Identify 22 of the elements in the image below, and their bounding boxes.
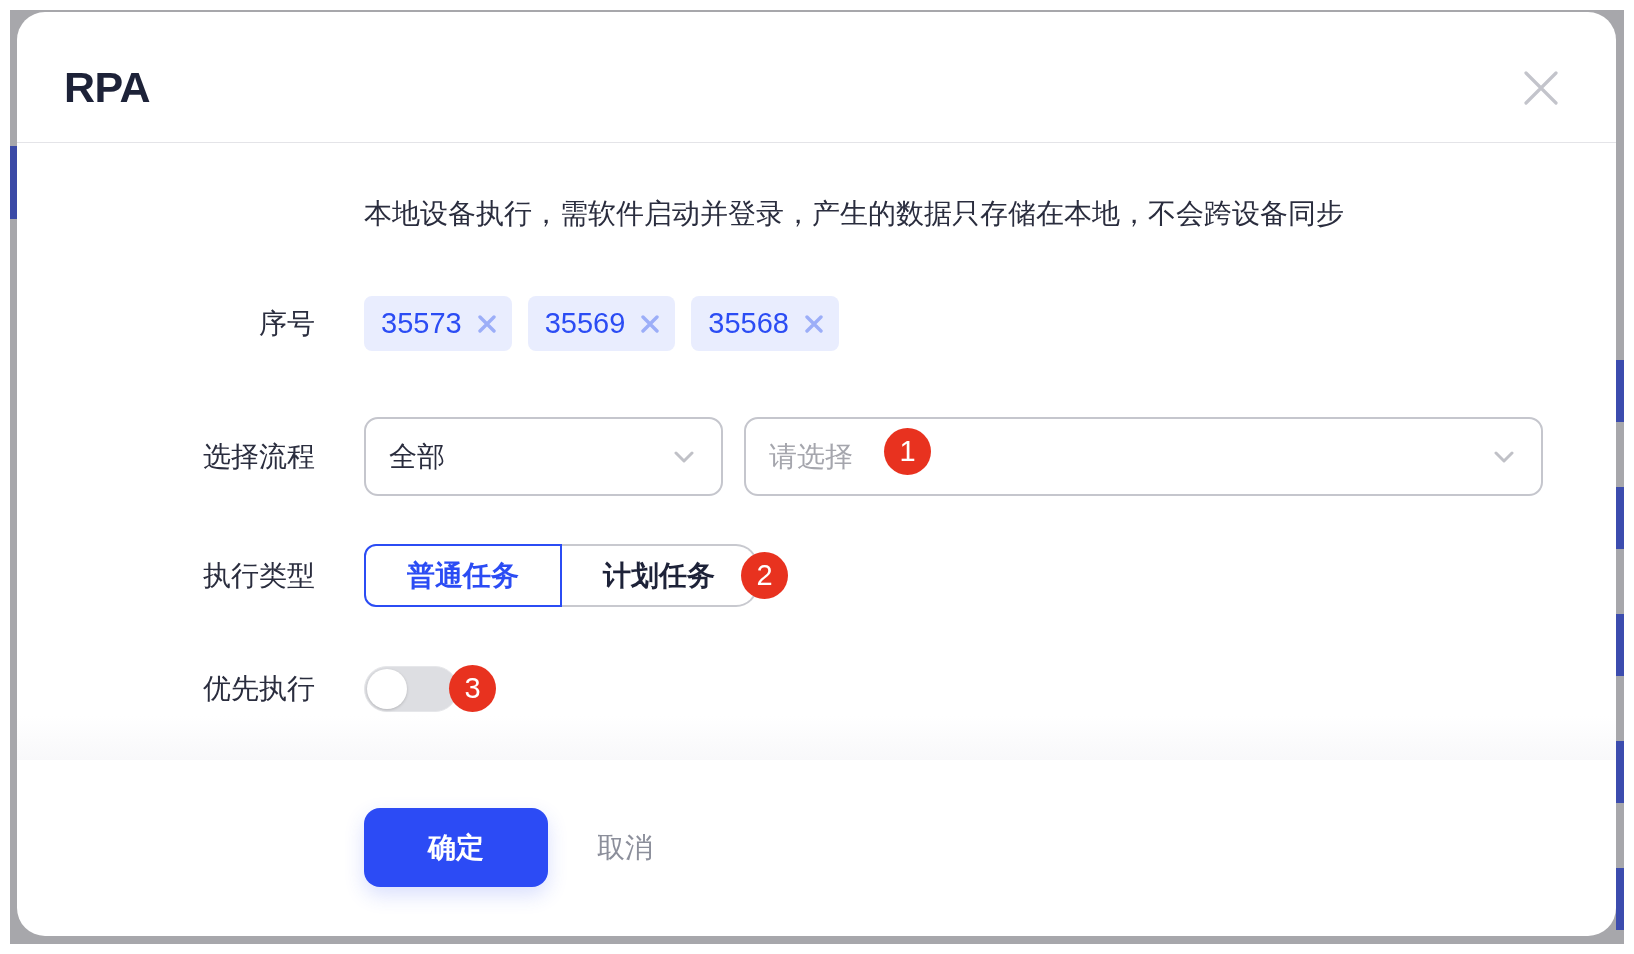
field-label: 执行类型 [203, 558, 315, 593]
field-label: 优先执行 [203, 671, 315, 706]
tag-text: 35573 [381, 307, 462, 340]
number-badge: 2 [741, 552, 788, 599]
close-icon [1524, 71, 1558, 105]
chevron-down-icon [1494, 450, 1514, 463]
segment-tab[interactable]: 普通任务 [364, 544, 562, 607]
cancel-button[interactable]: 取消 [597, 808, 653, 887]
tag-text: 35569 [544, 307, 626, 340]
field-label: 选择流程 [203, 439, 315, 474]
number-badge: 3 [449, 665, 496, 712]
field-label: 序号 [259, 306, 315, 341]
dialog-title: RPA [64, 62, 151, 112]
info-text: 本地设备执行，需软件启动并登录，产生的数据只存储在本地，不会跨设备同步 [364, 197, 1344, 231]
close-button[interactable] [1524, 71, 1558, 105]
remove-icon[interactable] [641, 314, 660, 333]
tag-text: 35568 [708, 307, 789, 340]
remove-icon[interactable] [477, 314, 496, 333]
chevron-down-icon [674, 450, 694, 463]
confirm-button[interactable]: 确定 [364, 808, 548, 887]
remove-icon[interactable] [804, 314, 823, 333]
select-field[interactable]: 全部 [364, 417, 723, 496]
